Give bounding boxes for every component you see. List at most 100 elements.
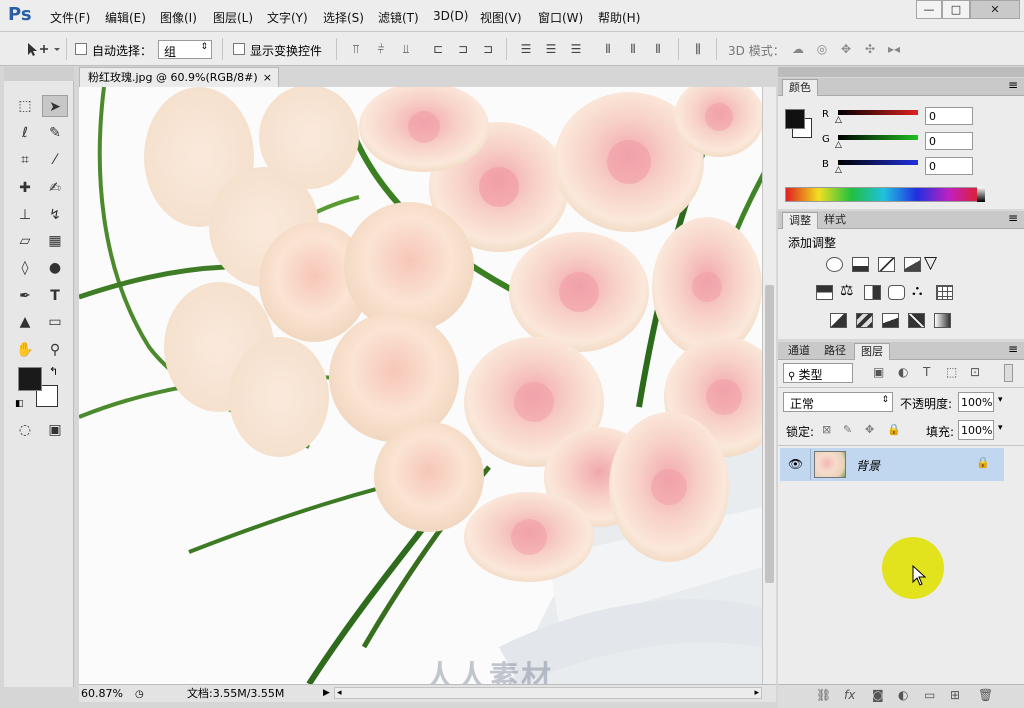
filter-pixel-icon[interactable]: ▣ [873,365,884,379]
layer-name[interactable]: 背景 [856,457,880,474]
brightness-contrast-icon[interactable] [826,257,843,272]
layer-filter-select[interactable]: ⚲ 类型 [783,363,853,383]
panel-menu-icon[interactable]: ≡ [1008,211,1018,225]
default-colors-icon[interactable]: ◧ [15,399,24,409]
screen-mode-icon[interactable]: ▣ [42,419,68,441]
distribute-vcenter-icon[interactable]: ☰ [543,41,559,57]
align-vcenter-icon[interactable]: ⫩ [373,41,389,57]
blue-slider-handle-icon[interactable]: △ [835,165,842,175]
filter-smart-object-icon[interactable]: ⊡ [970,365,980,379]
distribute-left-icon[interactable]: ⦀ [600,41,616,57]
document-tab[interactable]: 粉红玫瑰.jpg @ 60.9%(RGB/8#) × [79,67,279,87]
zoom-tool-icon[interactable]: ⚲ [42,339,68,361]
filter-type-icon[interactable]: T [923,365,930,379]
align-top-icon[interactable]: ⫪ [348,41,364,57]
selective-color-icon[interactable] [908,313,925,328]
menu-layer[interactable]: 图层(L) [213,9,253,26]
fill-input[interactable]: 100% [958,420,994,440]
3d-slide-icon[interactable]: ✣ [862,41,878,57]
tab-paths[interactable]: 路径 [818,343,852,360]
align-hcenter-icon[interactable]: ⊐ [455,41,471,57]
clone-stamp-tool-icon[interactable]: ⊥ [12,204,38,226]
dodge-tool-icon[interactable]: ● [42,257,68,279]
pen-tool-icon[interactable]: ✒ [12,285,38,307]
document-canvas[interactable] [79,87,762,684]
maximize-button[interactable]: □ [942,0,970,19]
posterize-icon[interactable] [856,313,873,328]
color-balance-icon[interactable]: ⚖ [840,281,853,299]
panel-menu-icon[interactable]: ≡ [1008,342,1018,356]
swap-colors-icon[interactable]: ↰ [49,365,58,378]
menu-filter[interactable]: 滤镜(T) [378,9,419,26]
menu-select[interactable]: 选择(S) [323,9,364,26]
color-spectrum-bar[interactable] [785,187,983,202]
align-bottom-icon[interactable]: ⫫ [398,41,414,57]
menu-help[interactable]: 帮助(H) [598,9,640,26]
status-menu-arrow-icon[interactable]: ▶ [323,685,330,702]
lock-all-icon[interactable]: 🔒 [887,423,901,436]
auto-align-icon[interactable]: ⫼ [690,41,706,57]
link-layers-icon[interactable]: ⛓ [816,688,831,702]
bw-ramp[interactable] [977,187,985,202]
brush-tool-icon[interactable]: ✍ [42,177,68,199]
filter-toggle[interactable] [1004,364,1013,382]
panel-grip[interactable] [778,67,1024,77]
show-transform-checkbox[interactable] [233,43,245,55]
auto-select-checkbox[interactable] [75,43,87,55]
invert-icon[interactable] [830,313,847,328]
exposure-icon[interactable] [904,257,921,272]
distribute-right-icon[interactable]: ⦀ [650,41,666,57]
green-value-input[interactable]: 0 [925,132,973,150]
toolbox-header[interactable] [4,67,74,81]
fill-dropdown-icon[interactable]: ▾ [998,423,1003,433]
tab-adjustments[interactable]: 调整 [782,212,818,229]
minimize-button[interactable]: — [916,0,942,19]
distribute-bottom-icon[interactable]: ☰ [568,41,584,57]
auto-select-dropdown[interactable]: 组 ⇕ [158,40,212,59]
vertical-scrollbar[interactable] [762,87,776,684]
3d-rotate-icon[interactable]: ☁ [790,41,806,57]
curves-icon[interactable] [878,257,895,272]
horizontal-scrollbar[interactable]: ◂ ▸ [334,687,762,699]
eyedropper-tool-icon[interactable]: ⁄ [42,149,68,171]
healing-brush-tool-icon[interactable]: ✚ [12,177,38,199]
tab-styles[interactable]: 样式 [818,212,852,229]
new-adjustment-icon[interactable]: ◐ [898,688,908,702]
marquee-tool-icon[interactable]: ⬚ [12,95,38,117]
fx-icon[interactable]: fx [844,688,855,702]
rectangle-tool-icon[interactable]: ▭ [42,311,68,333]
menu-view[interactable]: 视图(V) [480,9,522,26]
green-slider-handle-icon[interactable]: △ [835,140,842,150]
filter-adjustment-icon[interactable]: ◐ [898,365,908,379]
tab-layers[interactable]: 图层 [854,343,890,360]
3d-drag-icon[interactable]: ✥ [838,41,854,57]
blue-slider[interactable] [838,160,918,165]
new-group-icon[interactable]: ▭ [924,688,935,702]
red-slider-handle-icon[interactable]: △ [835,115,842,125]
scroll-left-icon[interactable]: ◂ [337,685,342,702]
path-select-tool-icon[interactable]: ▲ [12,311,38,333]
menu-file[interactable]: 文件(F) [50,9,90,26]
tab-color[interactable]: 颜色 [782,79,818,96]
vibrance-icon[interactable]: ▽ [924,253,937,273]
new-layer-icon[interactable]: ⊞ [950,688,960,702]
menu-window[interactable]: 窗口(W) [538,9,583,26]
blue-value-input[interactable]: 0 [925,157,973,175]
3d-roll-icon[interactable]: ◎ [814,41,830,57]
scroll-right-icon[interactable]: ▸ [754,685,759,702]
blend-mode-select[interactable]: 正常 ⇕ [783,392,893,412]
move-tool-preset-icon[interactable] [26,41,66,57]
gradient-tool-icon[interactable]: ▦ [42,230,68,252]
lasso-tool-icon[interactable]: ℓ [12,122,38,144]
menu-3d[interactable]: 3D(D) [433,9,468,23]
eraser-tool-icon[interactable]: ▱ [12,230,38,252]
menu-edit[interactable]: 编辑(E) [105,9,146,26]
red-value-input[interactable]: 0 [925,107,973,125]
move-tool-icon[interactable]: ➤ [42,95,68,117]
filter-shape-icon[interactable]: ⬚ [946,365,957,379]
lock-transparent-icon[interactable]: ⊠ [822,423,831,436]
black-white-icon[interactable] [864,285,881,300]
close-button[interactable]: ✕ [970,0,1020,19]
photo-filter-icon[interactable] [888,285,905,300]
menu-type[interactable]: 文字(Y) [267,9,308,26]
